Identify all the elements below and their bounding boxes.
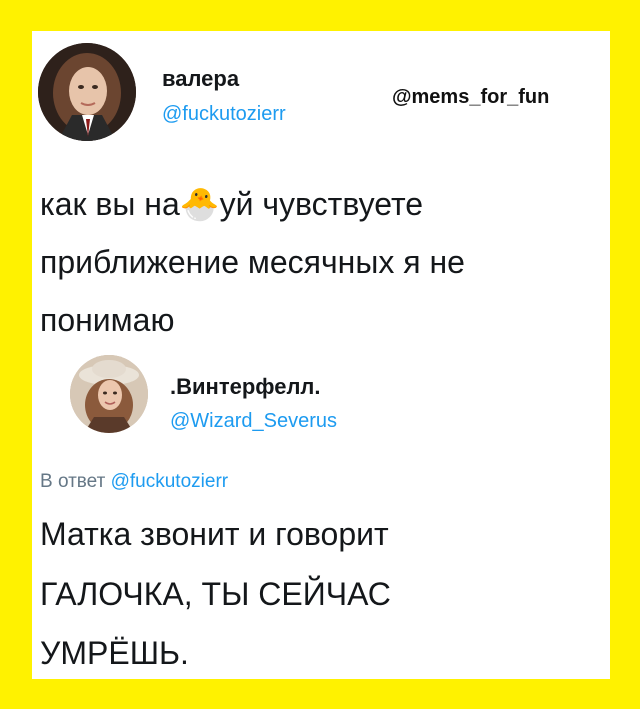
reply-to-line: В ответ @fuckutozierr — [40, 471, 228, 493]
tweet1-line: понимаю — [40, 302, 175, 338]
avatar-valera[interactable] — [38, 43, 136, 141]
tweet2-author-name[interactable]: .Винтерфелл. — [170, 374, 321, 400]
avatar-winterfell-image — [70, 355, 148, 433]
avatar-valera-image — [38, 43, 136, 141]
avatar-winterfell[interactable] — [70, 355, 148, 433]
tweet1-line: как вы на🐣уй чувствуете — [40, 186, 424, 222]
reply-prefix: В ответ — [40, 471, 106, 492]
tweet2-line: ГАЛОЧКА, ТЫ СЕЙЧАС — [40, 576, 391, 612]
tweet2-author-handle[interactable]: @Wizard_Severus — [170, 410, 337, 433]
meme-card: валера @fuckutozierr @mems_for_fun как в… — [32, 31, 610, 679]
watermark-text: @mems_for_fun — [392, 86, 550, 108]
tweet1-author-handle[interactable]: @fuckutozierr — [162, 103, 286, 126]
tweet1-author-name[interactable]: валера — [162, 66, 239, 92]
reply-handle-link[interactable]: @fuckutozierr — [111, 471, 229, 492]
tweet2-line: УМРЁШЬ. — [40, 635, 189, 671]
tweet1-line: приближение месячных я не — [40, 244, 465, 280]
tweet2-line: Матка звонит и говорит — [40, 516, 389, 552]
